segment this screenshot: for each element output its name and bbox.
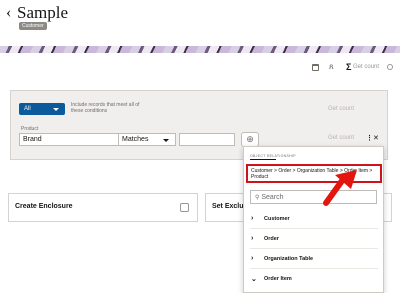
more-icon[interactable]: ⋮ <box>366 134 373 142</box>
tree-item-organization-table[interactable]: › Organization Table <box>250 249 378 269</box>
search-placeholder: Search <box>261 194 284 201</box>
chevron-down-icon <box>53 108 59 111</box>
title-underline <box>250 159 276 160</box>
popup-title: OBJECT RELATIONSHIP <box>250 154 296 158</box>
object-badge: Customer <box>19 22 47 30</box>
tree-item-order[interactable]: › Order <box>250 229 378 249</box>
chevron-down-icon[interactable]: ⌄ <box>251 275 257 283</box>
create-enclosure-label: Create Enclosure <box>15 203 73 210</box>
close-icon[interactable]: ✕ <box>373 134 379 142</box>
back-button[interactable]: ‹ <box>6 4 11 22</box>
calendar-icon[interactable] <box>312 64 319 71</box>
tree-item-label: Order Item <box>264 276 292 282</box>
create-enclosure-card[interactable]: Create Enclosure <box>8 193 198 222</box>
chevron-right-icon[interactable]: › <box>251 235 253 242</box>
relationship-path: Customer > Order > Organization Table > … <box>246 164 382 183</box>
search-icon: ⚲ <box>255 195 260 201</box>
user-check-icon[interactable]: ጸ <box>329 62 334 72</box>
relationship-tree-button[interactable]: ⊕ <box>241 132 259 147</box>
chevron-down-icon <box>163 139 169 142</box>
chevron-right-icon[interactable]: › <box>251 215 253 222</box>
operator-value: Matches <box>122 136 149 143</box>
decorative-banner <box>0 46 400 53</box>
hierarchy-icon: ⊕ <box>246 134 254 144</box>
search-input[interactable]: ⚲ Search <box>250 190 377 204</box>
page-header: ‹ Sample Customer <box>0 0 400 46</box>
refresh-icon[interactable] <box>387 64 393 70</box>
get-count-button[interactable]: Get count <box>353 64 379 70</box>
operator-select[interactable]: Matches <box>118 133 176 146</box>
chevron-right-icon[interactable]: › <box>251 255 253 262</box>
condition-value-input[interactable] <box>179 133 235 146</box>
tree-item-customer[interactable]: › Customer <box>250 209 378 229</box>
condition-field-label: Product <box>21 126 39 132</box>
tree-item-label: Order <box>264 236 279 242</box>
page-title: Sample <box>17 3 68 22</box>
sigma-icon[interactable]: Σ <box>346 62 351 72</box>
object-relationship-popup: OBJECT RELATIONSHIP Customer > Order > O… <box>243 146 384 293</box>
condition-get-count-button[interactable]: Get count <box>328 135 354 141</box>
match-mode-select[interactable]: All <box>19 103 65 115</box>
match-mode-value: All <box>24 106 31 112</box>
match-hint: Include records that meet all of these c… <box>71 102 140 114</box>
tree-item-order-item[interactable]: ⌄ Order Item <box>250 269 378 289</box>
attribute-field[interactable]: Brand <box>19 133 123 146</box>
toolbar: ጸ Σ Get count <box>0 62 400 76</box>
tree-item-label: Organization Table <box>264 256 314 262</box>
tree-item-label: Customer <box>264 216 290 222</box>
group-get-count-button[interactable]: Get count <box>328 106 354 112</box>
create-enclosure-checkbox[interactable] <box>180 203 189 212</box>
